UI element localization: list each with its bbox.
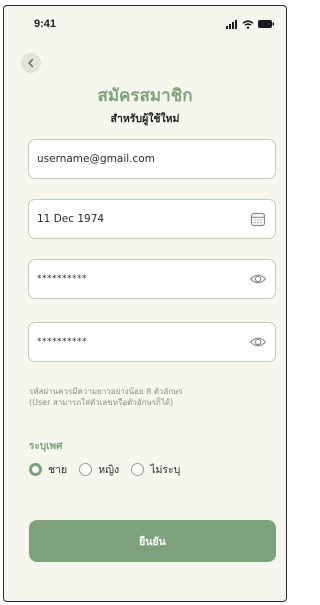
radio-button[interactable] bbox=[131, 462, 145, 476]
signal-icon bbox=[226, 19, 237, 29]
eye-icon[interactable] bbox=[249, 270, 267, 288]
phone-screen: 9:41 สมัครสมาชิก สำหรับผู้ใช้ใหม่ userna… bbox=[3, 5, 287, 602]
gender-option-female[interactable]: หญิง bbox=[79, 461, 119, 478]
password-hint: รหัสผ่านควรมีความยาวอย่างน้อย 8 ตัวอักษร… bbox=[29, 387, 279, 408]
radio-label: ไม่ระบุ bbox=[150, 463, 181, 476]
email-input[interactable] bbox=[37, 140, 237, 178]
gender-label: ระบุเพศ bbox=[29, 441, 63, 452]
radio-button[interactable] bbox=[79, 462, 93, 476]
password-field[interactable]: ********** bbox=[28, 259, 276, 299]
password-hint-line: (User สามารถใส่ตัวเลขหรือตัวอักษรก็ได้) bbox=[29, 397, 174, 407]
page-subtitle: สำหรับผู้ใช้ใหม่ bbox=[110, 113, 180, 125]
chevron-left-icon bbox=[28, 58, 34, 68]
page-title: สมัครสมาชิก bbox=[97, 86, 193, 106]
radio-button[interactable] bbox=[29, 462, 42, 476]
gender-radio-group: ชาย หญิง ไม่ระบุ bbox=[29, 461, 192, 477]
status-time: 9:41 bbox=[34, 18, 57, 30]
back-button[interactable] bbox=[21, 53, 41, 73]
status-bar: 9:41 bbox=[4, 6, 286, 44]
eye-icon[interactable] bbox=[249, 333, 267, 351]
status-icons bbox=[226, 19, 274, 29]
birthdate-field[interactable] bbox=[28, 199, 276, 239]
gender-option-unspecified[interactable]: ไม่ระบุ bbox=[131, 461, 180, 478]
birthdate-input[interactable] bbox=[37, 200, 237, 238]
calendar-icon[interactable] bbox=[249, 210, 267, 228]
email-field[interactable] bbox=[28, 139, 276, 179]
submit-button[interactable]: ยืนยัน bbox=[29, 520, 276, 562]
confirm-password-field[interactable]: ********** bbox=[28, 322, 276, 362]
confirm-password-input[interactable]: ********** bbox=[37, 323, 87, 361]
gender-option-male[interactable]: ชาย bbox=[29, 461, 67, 478]
radio-label: หญิง bbox=[98, 463, 120, 476]
battery-icon bbox=[258, 20, 274, 28]
wifi-icon bbox=[242, 19, 254, 29]
radio-label: ชาย bbox=[48, 463, 68, 476]
password-input[interactable]: ********** bbox=[37, 260, 87, 298]
password-hint-line: รหัสผ่านควรมีความยาวอย่างน้อย 8 ตัวอักษร bbox=[29, 387, 183, 396]
